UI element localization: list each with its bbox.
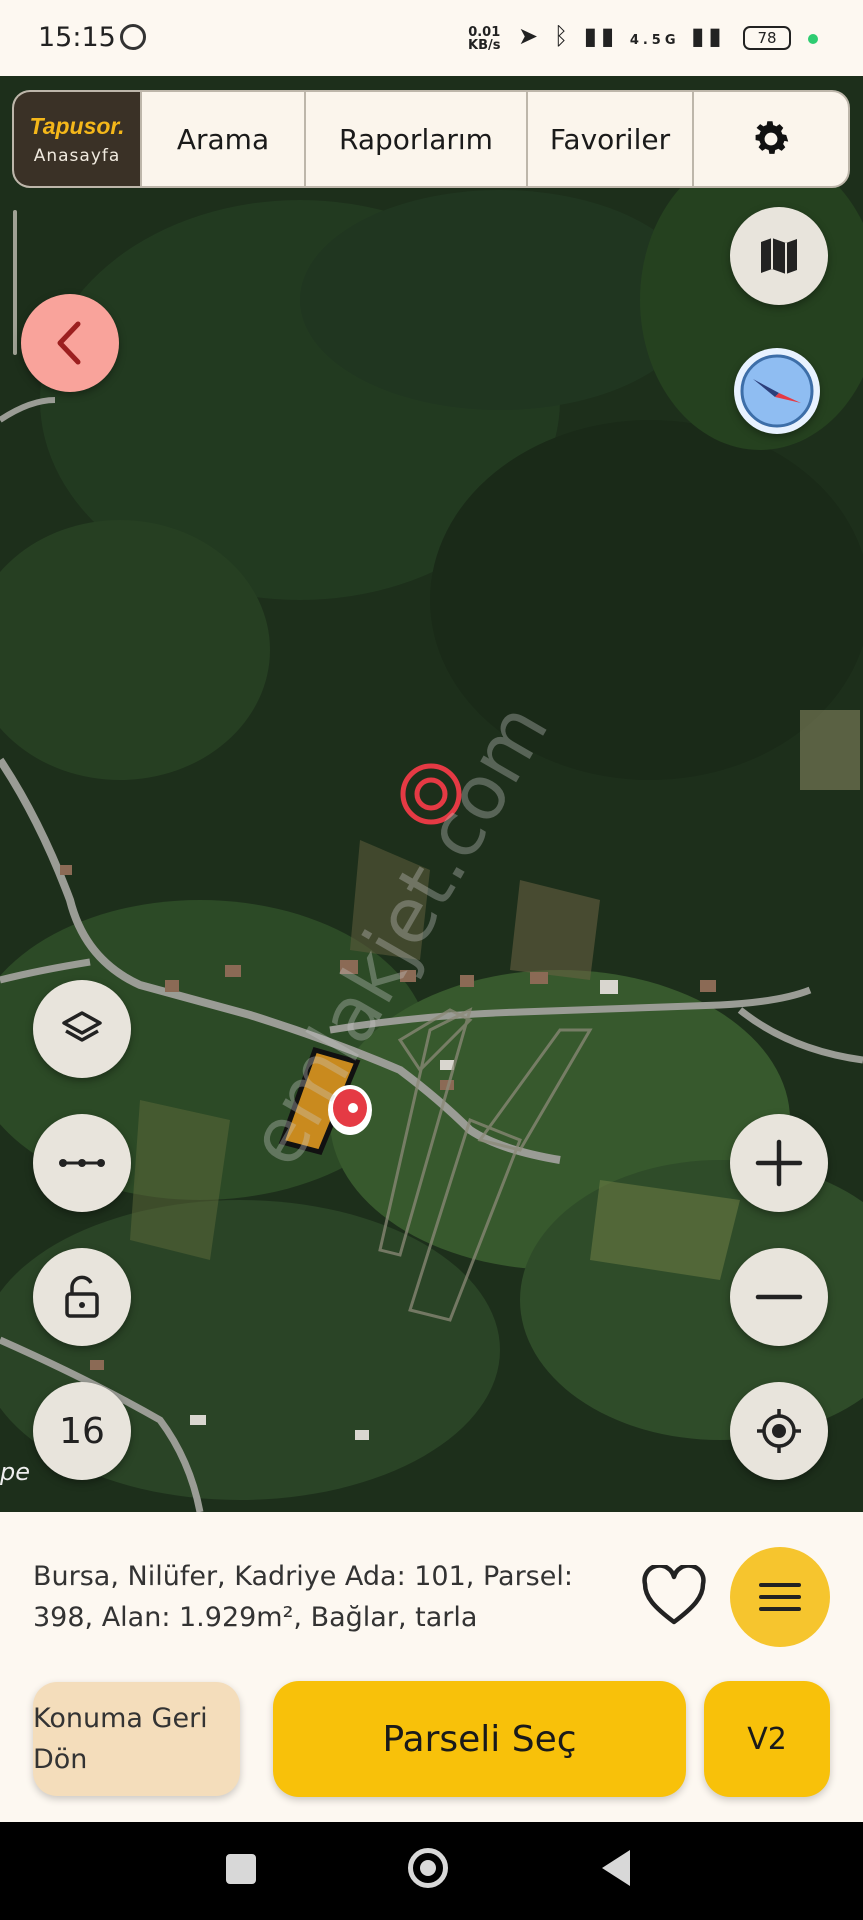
back-button[interactable] xyxy=(21,294,119,392)
crosshair-icon xyxy=(757,1409,801,1453)
version-button[interactable]: V2 xyxy=(704,1681,830,1797)
parcel-info: Bursa, Nilüfer, Kadriye Ada: 101, Parsel… xyxy=(33,1556,593,1638)
compass-icon xyxy=(740,354,814,428)
distance-icon xyxy=(59,1159,105,1167)
menu-button[interactable] xyxy=(730,1547,830,1647)
home-label: Anasayfa xyxy=(33,145,121,166)
hamburger-menu-icon xyxy=(759,1583,801,1611)
select-parcel-button[interactable]: Parseli Seç xyxy=(273,1681,686,1797)
home-tab[interactable]: Tapusor. Anasayfa xyxy=(14,92,142,186)
chevron-left-icon xyxy=(57,321,81,365)
return-to-location-label: Konuma Geri Dön xyxy=(33,1703,208,1775)
zoom-level-indicator: 16 xyxy=(33,1382,131,1480)
top-navigation: Tapusor. Anasayfa Arama Raporlarım Favor… xyxy=(12,90,850,188)
minus-icon xyxy=(755,1294,803,1300)
status-time: 15:15 xyxy=(38,22,116,53)
battery-icon: 78 xyxy=(743,26,791,50)
my-location-button[interactable] xyxy=(730,1382,828,1480)
zoom-level-value: 16 xyxy=(59,1410,105,1452)
settings-button[interactable] xyxy=(694,92,848,186)
zoom-out-button[interactable] xyxy=(730,1248,828,1346)
map-icon xyxy=(761,238,797,274)
network-speed: 0.01 KB/s xyxy=(468,25,501,53)
status-icons: ➤ ᛒ ▮▮ 4.5G ▮▮ xyxy=(518,22,726,50)
lock-button[interactable] xyxy=(33,1248,131,1346)
measure-button[interactable] xyxy=(33,1114,131,1212)
compass-button[interactable] xyxy=(734,348,820,434)
plus-icon xyxy=(755,1139,803,1187)
layers-button[interactable] xyxy=(33,980,131,1078)
layers-icon xyxy=(62,1011,102,1042)
gear-icon xyxy=(755,121,789,154)
heart-icon xyxy=(642,1565,706,1625)
favorite-button[interactable] xyxy=(636,1560,712,1632)
parcel-info-line1: Bursa, Nilüfer, Kadriye Ada: 101, Parsel… xyxy=(33,1561,573,1592)
scroll-indicator[interactable] xyxy=(13,210,17,355)
map-type-button[interactable] xyxy=(730,207,828,305)
return-to-location-button[interactable]: Konuma Geri Dön xyxy=(33,1682,240,1796)
map-place-label: pe xyxy=(0,1458,30,1486)
status-bar: 15:15 0.01 KB/s ➤ ᛒ ▮▮ 4.5G ▮▮ 78 xyxy=(0,0,863,76)
tab-search[interactable]: Arama xyxy=(142,92,306,186)
tab-favorites[interactable]: Favoriler xyxy=(528,92,694,186)
zoom-in-button[interactable] xyxy=(730,1114,828,1212)
system-navigation-bar xyxy=(0,1822,863,1920)
recent-apps-button[interactable] xyxy=(226,1854,256,1884)
home-button[interactable] xyxy=(408,1848,448,1888)
brand-logo: Tapusor. xyxy=(29,112,125,139)
tab-reports[interactable]: Raporlarım xyxy=(306,92,528,186)
whatsapp-icon xyxy=(120,24,146,50)
parcel-info-line2: 398, Alan: 1.929m², Bağlar, tarla xyxy=(33,1602,478,1633)
system-back-button[interactable] xyxy=(602,1850,630,1886)
privacy-dot xyxy=(808,34,818,44)
unlock-icon xyxy=(65,1275,99,1318)
